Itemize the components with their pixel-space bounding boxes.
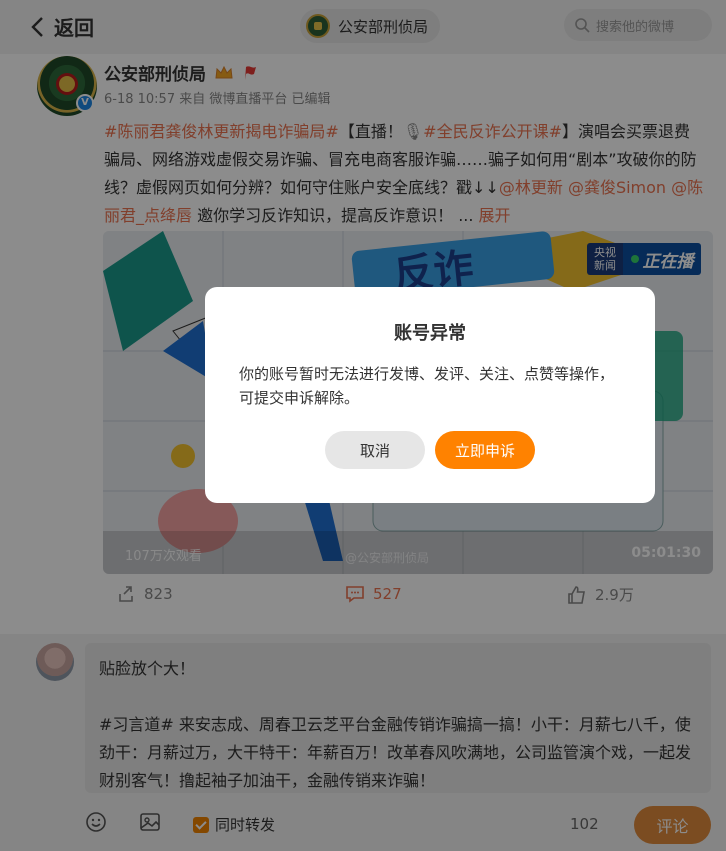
dialog-message: 你的账号暂时无法进行发博、发评、关注、点赞等操作，可提交申诉解除。 <box>239 365 615 407</box>
dialog-title: 账号异常 <box>394 323 466 344</box>
cancel-button[interactable]: 取消 <box>325 431 425 469</box>
account-abnormal-dialog: 账号异常 你的账号暂时无法进行发博、发评、关注、点赞等操作，可提交申诉解除。 取… <box>205 287 655 503</box>
appeal-button[interactable]: 立即申诉 <box>435 431 535 469</box>
